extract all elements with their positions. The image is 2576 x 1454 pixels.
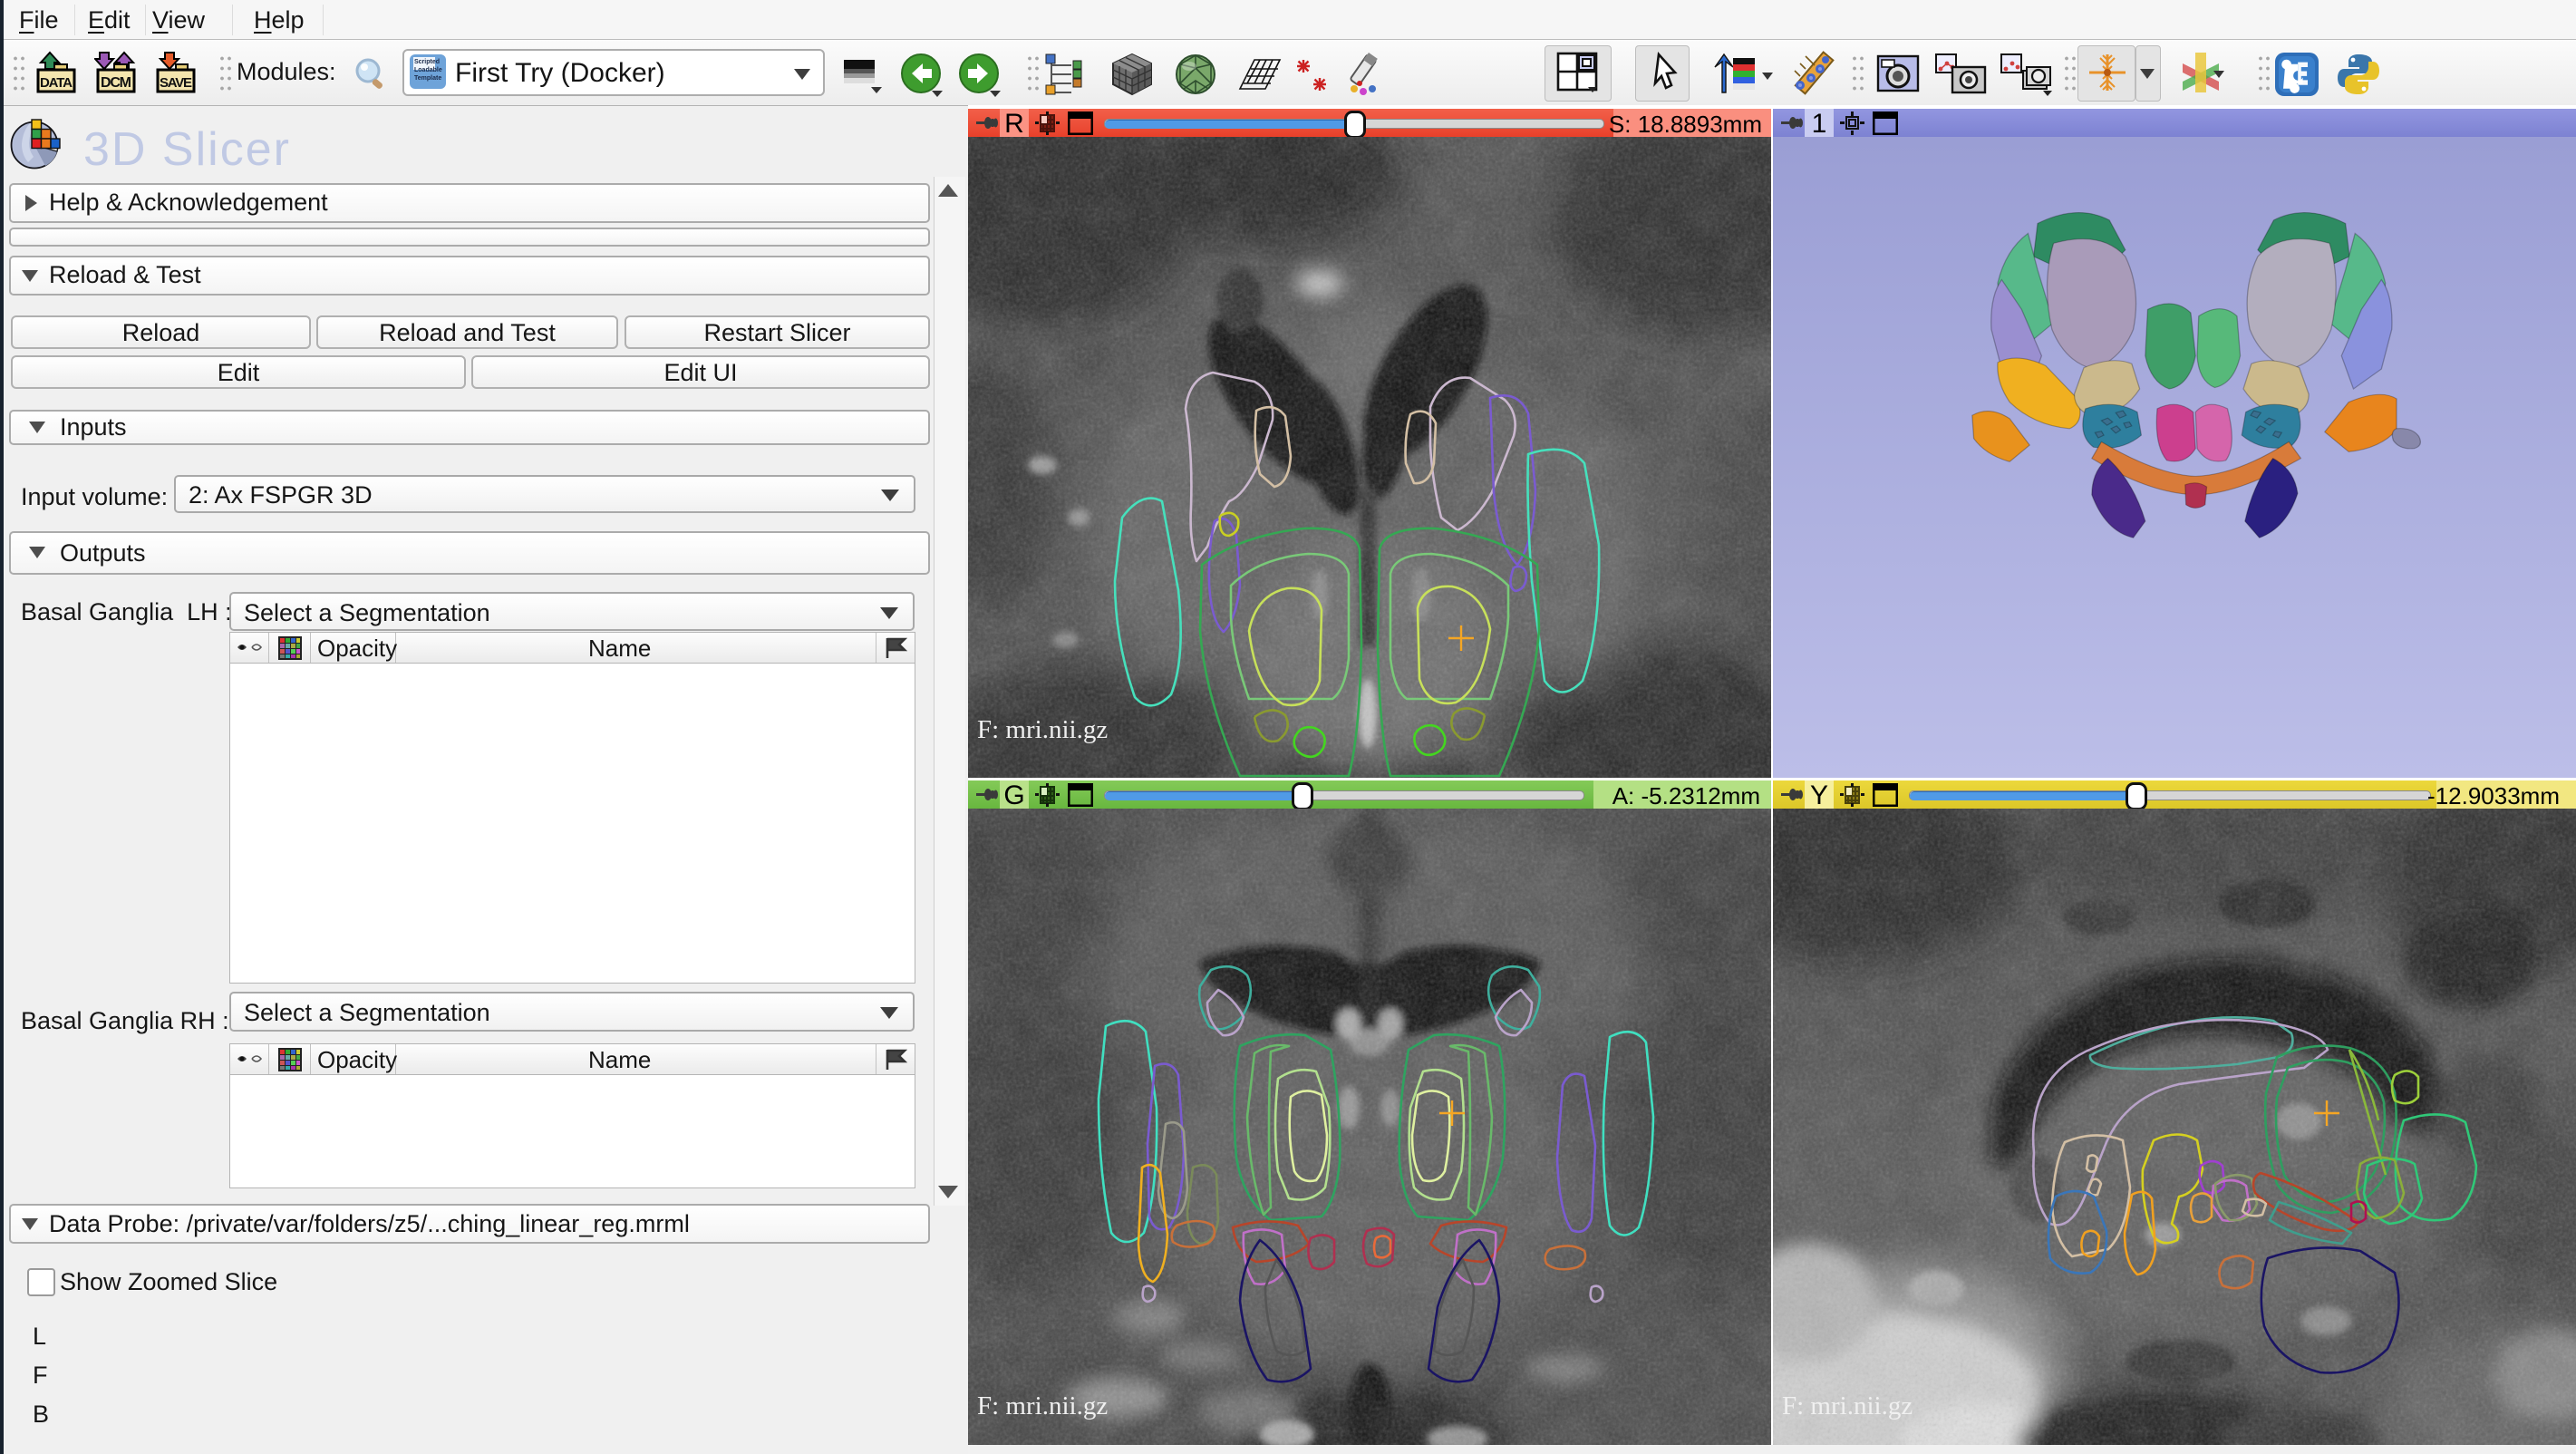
- svg-text:DCM: DCM: [101, 75, 131, 91]
- svg-text:F: mri.nii.gz: F: mri.nii.gz: [977, 715, 1108, 744]
- svg-text:Template: Template: [414, 75, 441, 82]
- svg-text:F: mri.nii.gz: F: mri.nii.gz: [977, 1391, 1108, 1420]
- svg-text:SAVE: SAVE: [160, 75, 192, 91]
- svg-text:DATA: DATA: [40, 75, 73, 91]
- svg-text:Loadable: Loadable: [414, 67, 442, 73]
- svg-text:Scripted: Scripted: [414, 59, 440, 65]
- svg-text:F: mri.nii.gz: F: mri.nii.gz: [1782, 1391, 1913, 1420]
